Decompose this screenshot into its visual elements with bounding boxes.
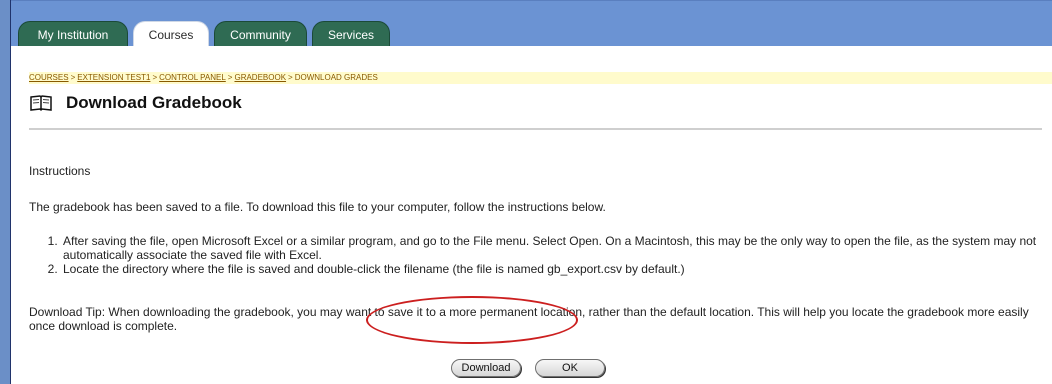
breadcrumb-separator: > (70, 73, 76, 82)
main-content: COURSES > EXTENSION TEST1 > CONTROL PANEL > GR… (11, 46, 1052, 384)
instruction-steps: After saving the file, open Microsoft Ex… (29, 234, 1052, 276)
instruction-step: After saving the file, open Microsoft Ex… (61, 234, 1052, 262)
breadcrumb-control-panel[interactable]: CONTROL PANEL (159, 73, 226, 82)
page-header: Download Gradebook (30, 90, 242, 116)
breadcrumb-extension-test1[interactable]: EXTENSION TEST1 (77, 73, 150, 82)
left-frame-border (0, 0, 11, 384)
tab-courses[interactable]: Courses (133, 21, 209, 48)
breadcrumb-separator: > (227, 73, 233, 82)
ok-button[interactable]: OK (535, 359, 605, 377)
breadcrumb: COURSES > EXTENSION TEST1 > CONTROL PANEL > GR… (29, 72, 1052, 84)
instruction-step: Locate the directory where the file is s… (61, 262, 1052, 276)
tab-my-institution[interactable]: My Institution (18, 21, 128, 47)
breadcrumb-courses[interactable]: COURSES (29, 73, 69, 82)
instructions-heading: Instructions (29, 164, 91, 178)
breadcrumb-separator: > (288, 73, 293, 82)
instructions-intro: The gradebook has been saved to a file. … (29, 200, 606, 214)
page-title: Download Gradebook (66, 93, 242, 112)
breadcrumb-current: DOWNLOAD GRADES (294, 73, 378, 82)
tab-services[interactable]: Services (312, 21, 390, 47)
breadcrumb-separator: > (152, 73, 158, 82)
download-tip: Download Tip: When downloading the grade… (29, 305, 1029, 333)
download-button[interactable]: Download (451, 359, 521, 377)
book-icon (30, 95, 52, 112)
title-divider (29, 128, 1042, 130)
breadcrumb-gradebook[interactable]: GRADEBOOK (234, 73, 286, 82)
tab-community[interactable]: Community (214, 21, 307, 47)
tab-bar: My Institution Courses Community Service… (11, 0, 1052, 48)
